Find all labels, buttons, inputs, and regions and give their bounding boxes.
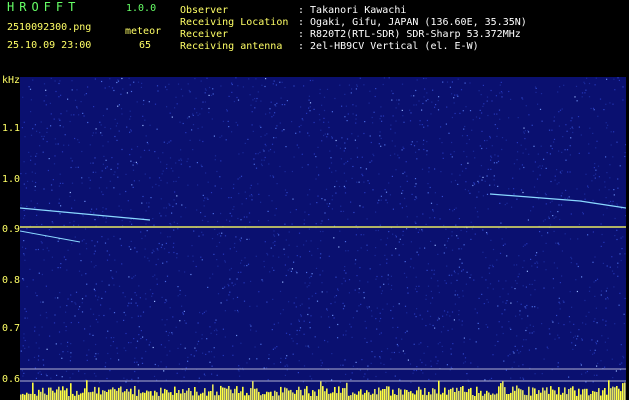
- info-key-location: Receiving Location: [180, 17, 289, 28]
- app-title: HROFFT: [7, 0, 81, 14]
- info-key-antenna: Receiving antenna: [180, 41, 283, 52]
- y-tick-label: 0.8: [2, 275, 21, 286]
- file-name: 2510092300.png: [7, 22, 92, 33]
- spectrogram: [20, 77, 626, 400]
- app-version: 1.0.0: [126, 3, 157, 14]
- info-value-observer: : Takanori Kawachi: [298, 5, 407, 16]
- header-panel: HROFFT 1.0.0 2510092300.png meteor 25.10…: [0, 0, 629, 72]
- info-value-location: : Ogaki, Gifu, JAPAN (136.60E, 35.35N): [298, 17, 527, 28]
- y-axis-unit: kHz: [2, 75, 21, 86]
- info-key-receiver: Receiver: [180, 29, 229, 40]
- y-tick-label: 0.7: [2, 323, 21, 334]
- y-tick-label: 0.6: [2, 374, 21, 385]
- y-tick-label: 1.0: [2, 174, 21, 185]
- y-tick-label: 1.1: [2, 123, 21, 134]
- info-key-observer: Observer: [180, 5, 229, 16]
- meteor-label: meteor: [125, 26, 162, 37]
- info-value-receiver: : R820T2(RTL-SDR) SDR-Sharp 53.372MHz: [298, 29, 521, 40]
- spectrogram-background: [20, 77, 626, 400]
- info-value-antenna: : 2el-HB9CV Vertical (el. E-W): [298, 41, 479, 52]
- meteor-count: 65: [139, 40, 152, 51]
- date-time: 25.10.09 23:00: [7, 40, 92, 51]
- y-tick-label: 0.9: [2, 224, 21, 235]
